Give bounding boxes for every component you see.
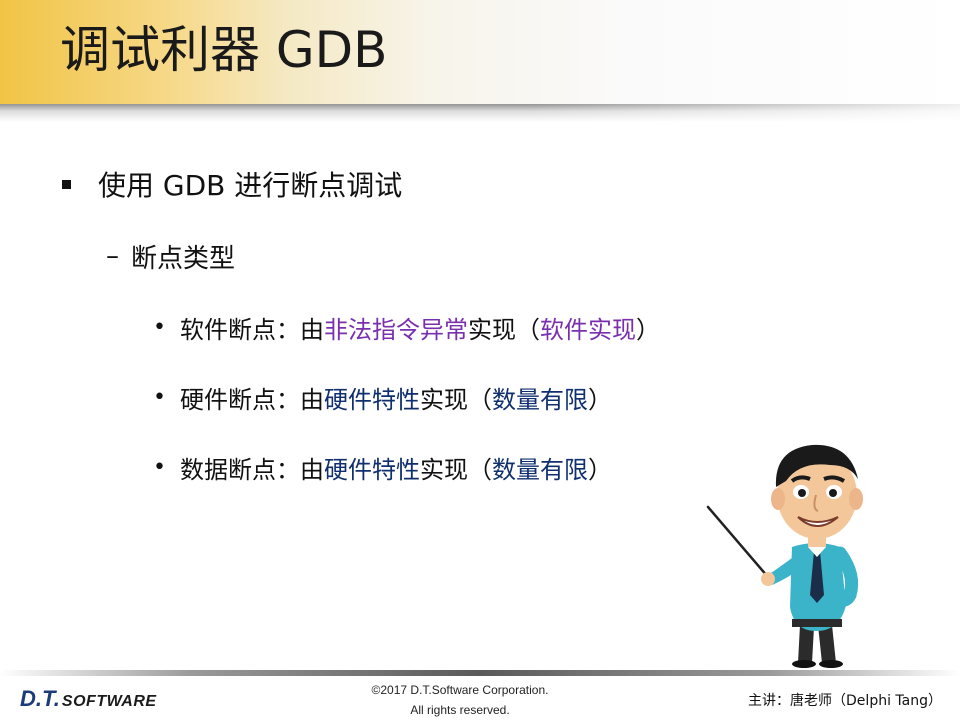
item-mechanism: 硬件特性 (323, 385, 420, 414)
item-mid: 实现（ (467, 315, 540, 344)
item-mid: 实现（ (419, 455, 492, 484)
bullet-level1-text: 使用 GDB 进行断点调试 (98, 169, 403, 202)
item-sep: ：由 (275, 315, 324, 344)
item-note: 软件实现 (539, 315, 636, 344)
dot-bullet-icon: • (153, 454, 166, 480)
slide-title: 调试利器 GDB (60, 21, 388, 79)
logo-sub: SOFTWARE (61, 693, 157, 710)
item-name: 硬件断点 (179, 385, 276, 414)
dt-software-logo: D.T. SOFTWARE (20, 686, 157, 712)
copyright-line1: ©2017 D.T.Software Corporation. (371, 683, 549, 697)
breakpoint-item-hardware: • 硬件断点 ：由 硬件特性 实现（ 数量有限 ） (153, 379, 612, 415)
logo-main: D.T. (20, 686, 60, 711)
speaker-credit: 主讲：唐老师（Delphi Tang） (748, 693, 942, 709)
bullet-level1: 使用 GDB 进行断点调试 (60, 164, 402, 204)
copyright-notice: ©2017 D.T.Software Corporation. All righ… (340, 680, 580, 720)
breakpoint-item-software: • 软件断点 ：由 非法指令异常 实现（ 软件实现 ） (153, 309, 660, 345)
title-underline-fade (0, 104, 960, 122)
bullet-level2-text: 断点类型 (131, 243, 236, 274)
item-mechanism: 硬件特性 (323, 455, 420, 484)
dot-bullet-icon: • (153, 314, 166, 340)
square-bullet-icon (62, 179, 71, 189)
item-end: ） (635, 315, 660, 344)
breakpoint-item-data: • 数据断点 ：由 硬件特性 实现（ 数量有限 ） (153, 449, 612, 485)
dot-bullet-icon: • (153, 384, 166, 410)
teacher-illustration-icon (706, 444, 863, 668)
item-name: 数据断点 (179, 455, 276, 484)
item-mid: 实现（ (419, 385, 492, 414)
bullet-level2: – 断点类型 (106, 237, 235, 275)
item-name: 软件断点 (179, 315, 276, 344)
copyright-line2: All rights reserved. (410, 703, 510, 717)
item-note: 数量有限 (491, 385, 588, 414)
item-end: ） (587, 385, 612, 414)
item-note: 数量有限 (491, 455, 588, 484)
dash-bullet-marker: – (106, 241, 119, 271)
item-sep: ：由 (275, 385, 324, 414)
item-mechanism: 非法指令异常 (323, 315, 468, 344)
item-end: ） (587, 455, 612, 484)
footer-divider (0, 670, 960, 676)
item-sep: ：由 (275, 455, 324, 484)
